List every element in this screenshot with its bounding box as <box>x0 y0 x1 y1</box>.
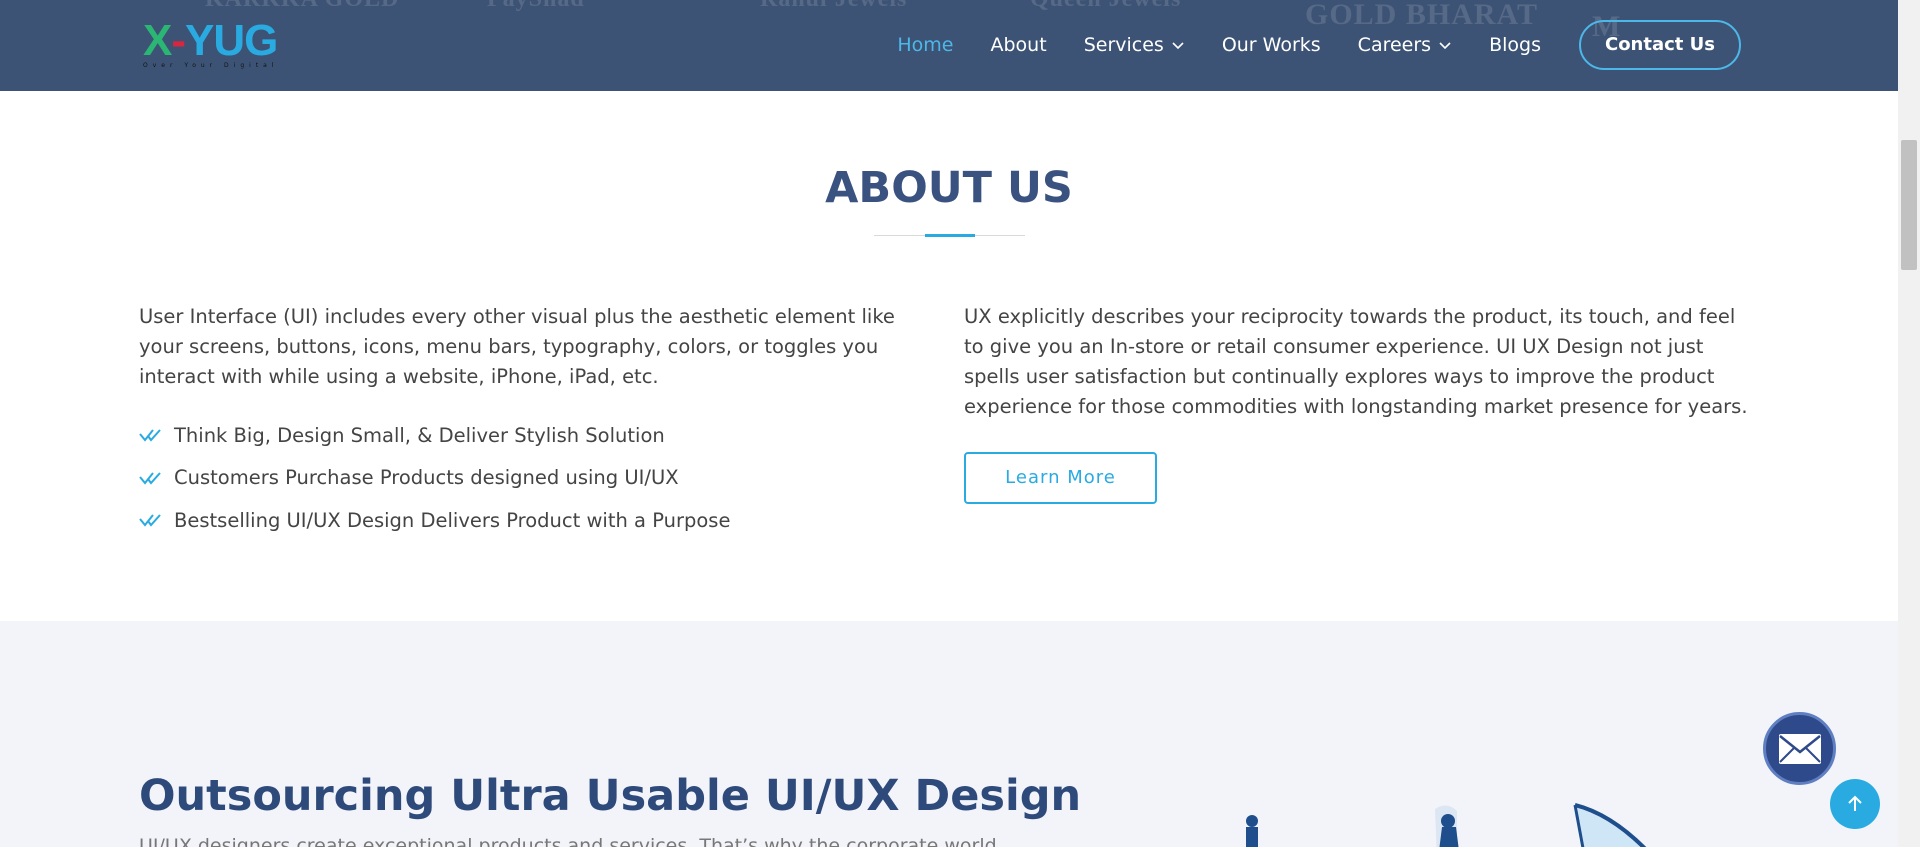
page-scrollbar[interactable] <box>1898 0 1920 847</box>
nav-careers[interactable]: Careers <box>1358 34 1452 56</box>
outsourcing-title: Outsourcing Ultra Usable UI/UX Design <box>139 771 1082 821</box>
partner-logo: PayShad <box>487 0 585 13</box>
nav-careers-label: Careers <box>1357 34 1432 56</box>
brand-logo[interactable]: X-YUG Over Your Digital <box>143 18 279 72</box>
double-check-icon <box>139 514 161 527</box>
chevron-down-icon <box>1439 42 1451 50</box>
partner-logo: Rahul Jewels <box>760 0 907 13</box>
nav-home-label: Home <box>897 34 954 56</box>
about-ux-paragraph: UX explicitly describes your reciprocity… <box>964 305 1748 418</box>
nav-about[interactable]: About <box>991 34 1047 56</box>
list-item: Bestselling UI/UX Design Delivers Produc… <box>139 499 919 542</box>
bullet-text: Bestselling UI/UX Design Delivers Produc… <box>174 508 731 532</box>
about-title: ABOUT US <box>825 163 1073 213</box>
list-item: Customers Purchase Products designed usi… <box>139 457 919 500</box>
double-check-icon <box>139 429 161 442</box>
nav-services[interactable]: Services <box>1084 34 1185 56</box>
brand-logo-x: X <box>143 16 172 65</box>
nav-blogs[interactable]: Blogs <box>1489 34 1541 56</box>
nav-home[interactable]: Home <box>897 34 953 56</box>
nav-our-works[interactable]: Our Works <box>1222 34 1321 56</box>
about-bullet-list: Think Big, Design Small, & Deliver Styli… <box>139 414 919 542</box>
brand-tagline: Over Your Digital <box>143 62 279 69</box>
double-check-icon <box>139 472 161 485</box>
brand-logo-yug: YUG <box>185 16 278 65</box>
bullet-text: Customers Purchase Products designed usi… <box>174 466 679 490</box>
nav-services-label: Services <box>1083 34 1164 56</box>
bullet-text: Think Big, Design Small, & Deliver Styli… <box>174 423 665 447</box>
about-right-column: UX explicitly describes your reciprocity… <box>964 302 1754 504</box>
chevron-down-icon <box>1172 42 1184 50</box>
site-header: KARKKA GOLD PayShad Rahul Jewels Queen J… <box>0 0 1898 91</box>
list-item: Think Big, Design Small, & Deliver Styli… <box>139 414 919 457</box>
envelope-icon <box>1778 733 1821 764</box>
illustration-image <box>1246 803 1647 847</box>
nav-blogs-label: Blogs <box>1489 34 1541 56</box>
mail-button[interactable] <box>1763 712 1836 785</box>
brand-logo-dash: - <box>171 16 186 65</box>
outsourcing-subtitle: UI/UX designers create exceptional produ… <box>139 835 997 847</box>
arrow-up-icon <box>1848 795 1862 811</box>
nav-about-label: About <box>990 34 1047 56</box>
about-left-column: User Interface (UI) includes every other… <box>139 302 919 542</box>
back-to-top-button[interactable] <box>1830 779 1880 829</box>
nav-our-works-label: Our Works <box>1221 34 1321 56</box>
partner-logo: KARKKA GOLD <box>205 0 399 13</box>
scrollbar-thumb[interactable] <box>1901 140 1917 270</box>
partner-logo: Queen Jewels <box>1030 0 1181 13</box>
contact-us-button[interactable]: Contact Us <box>1578 20 1741 70</box>
outsourcing-section: Outsourcing Ultra Usable UI/UX Design UI… <box>0 621 1898 847</box>
learn-more-button[interactable]: Learn More <box>964 452 1157 504</box>
title-divider-accent <box>925 234 975 237</box>
about-ui-paragraph: User Interface (UI) includes every other… <box>139 305 895 388</box>
main-nav: Home About Services Our Works Careers Bl… <box>860 20 1741 70</box>
